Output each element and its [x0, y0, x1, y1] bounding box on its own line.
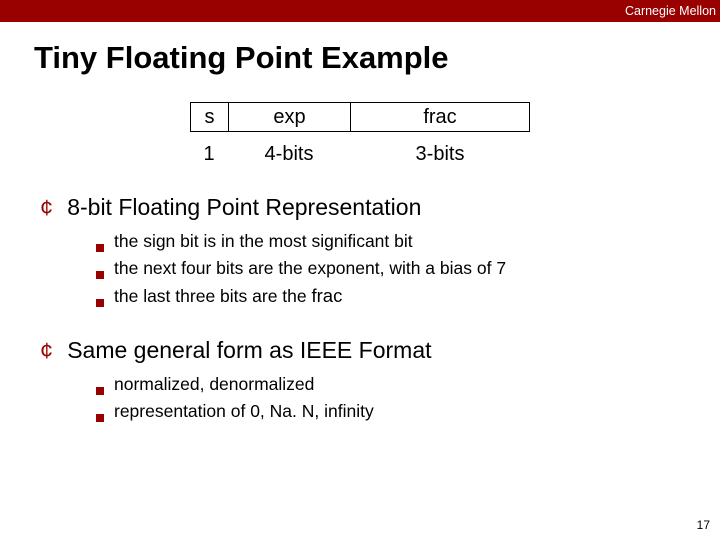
list-item: normalized, denormalized	[96, 374, 720, 395]
field-width-exp: 4-bits	[228, 132, 350, 168]
square-bullet-icon	[96, 387, 104, 395]
bullet-icon: ¢	[40, 342, 53, 364]
section-2-items: normalized, denormalized representation …	[96, 374, 720, 422]
list-item: the last three bits are the frac	[96, 285, 720, 307]
list-item-text: the next four bits are the exponent, wit…	[114, 258, 506, 279]
list-item: the next four bits are the exponent, wit…	[96, 258, 720, 279]
field-header-sign: s	[190, 102, 228, 132]
list-item-text: the last three bits are the frac	[114, 285, 342, 307]
page-number: 17	[697, 518, 710, 532]
section-headline: Same general form as IEEE Format	[67, 337, 431, 364]
field-width-sign: 1	[190, 132, 228, 168]
square-bullet-icon	[96, 244, 104, 252]
list-item: the sign bit is in the most significant …	[96, 231, 720, 252]
bullet-icon: ¢	[40, 199, 53, 221]
brand-bar: Carnegie Mellon	[0, 0, 720, 22]
section-1-items: the sign bit is in the most significant …	[96, 231, 720, 307]
section-2: ¢ Same general form as IEEE Format	[0, 337, 720, 364]
square-bullet-icon	[96, 299, 104, 307]
section-1: ¢ 8-bit Floating Point Representation	[0, 194, 720, 221]
field-header-frac: frac	[350, 102, 530, 132]
field-header-exp: exp	[228, 102, 350, 132]
list-item-text: the sign bit is in the most significant …	[114, 231, 413, 252]
square-bullet-icon	[96, 414, 104, 422]
list-item-text: normalized, denormalized	[114, 374, 314, 395]
section-headline: 8-bit Floating Point Representation	[67, 194, 421, 221]
slide-title: Tiny Floating Point Example	[34, 40, 720, 76]
field-width-frac: 3-bits	[350, 132, 530, 168]
list-item: representation of 0, Na. N, infinity	[96, 401, 720, 422]
square-bullet-icon	[96, 271, 104, 279]
brand-text: Carnegie Mellon	[625, 0, 720, 22]
bitfield-diagram: s exp frac 1 4-bits 3-bits	[0, 102, 720, 168]
list-item-text: representation of 0, Na. N, infinity	[114, 401, 374, 422]
